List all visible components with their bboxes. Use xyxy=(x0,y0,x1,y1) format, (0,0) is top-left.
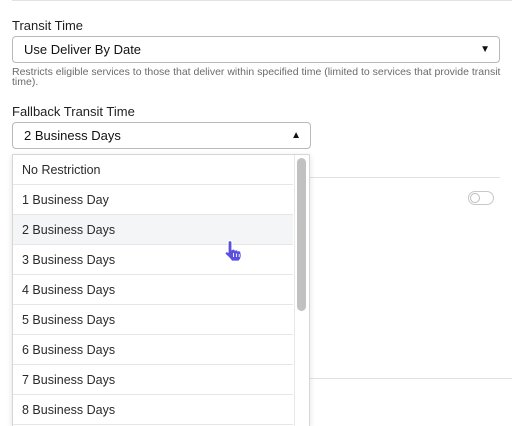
fallback-transit-time-dropdown: No Restriction 1 Business Day 2 Business… xyxy=(12,154,310,426)
hand-pointer-icon xyxy=(224,239,242,262)
transit-time-helper: Restricts eligible services to those tha… xyxy=(12,66,501,88)
dropdown-scrollbar-thumb[interactable] xyxy=(297,158,306,311)
footer-divider xyxy=(310,378,512,379)
top-divider xyxy=(12,0,512,1)
option-no-restriction[interactable]: No Restriction xyxy=(13,155,293,185)
option-3-business-days[interactable]: 3 Business Days xyxy=(13,245,293,275)
fallback-transit-time-label: Fallback Transit Time xyxy=(12,104,135,119)
fallback-transit-time-value: 2 Business Days xyxy=(24,128,121,143)
option-8-business-days[interactable]: 8 Business Days xyxy=(13,395,293,425)
transit-time-select[interactable]: Use Deliver By Date ▼ xyxy=(12,36,500,63)
option-4-business-days[interactable]: 4 Business Days xyxy=(13,275,293,305)
option-6-business-days[interactable]: 6 Business Days xyxy=(13,335,293,365)
option-2-business-days[interactable]: 2 Business Days xyxy=(13,215,293,245)
transit-time-value: Use Deliver By Date xyxy=(24,42,142,57)
section-divider xyxy=(310,177,500,178)
toggle-knob xyxy=(470,193,480,203)
option-5-business-days[interactable]: 5 Business Days xyxy=(13,305,293,335)
caret-down-icon: ▼ xyxy=(480,44,490,55)
option-1-business-day[interactable]: 1 Business Day xyxy=(13,185,293,215)
option-7-business-days[interactable]: 7 Business Days xyxy=(13,365,293,395)
transit-time-label: Transit Time xyxy=(12,18,84,33)
toggle-switch[interactable] xyxy=(468,191,494,205)
fallback-transit-time-select[interactable]: 2 Business Days ▲ xyxy=(12,122,311,149)
caret-up-icon: ▲ xyxy=(291,130,301,141)
